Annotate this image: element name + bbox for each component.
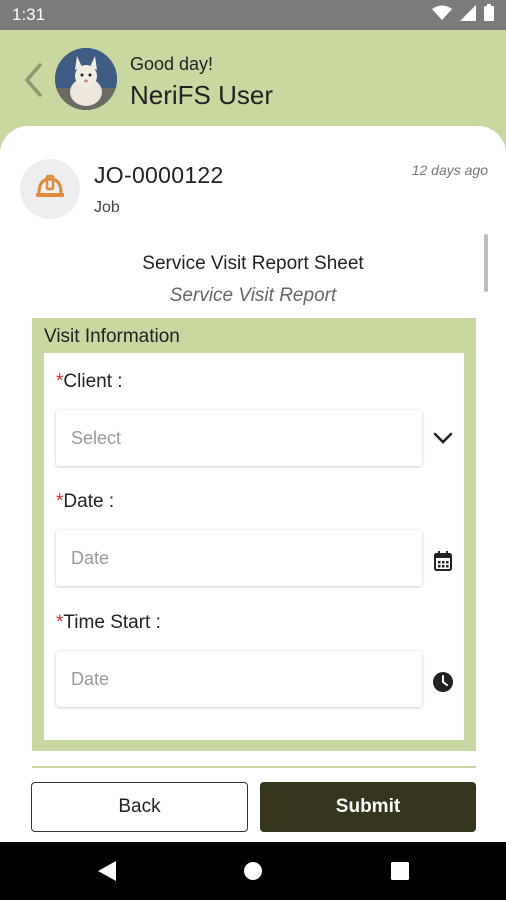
client-label-text: Client :: [63, 371, 123, 392]
back-button[interactable]: Back: [31, 782, 248, 832]
wifi-icon: [432, 5, 452, 26]
report-title: Service Visit Report Sheet: [142, 253, 364, 274]
date-label-text: Date :: [63, 491, 115, 512]
section-title: Visit Information: [44, 326, 180, 347]
section-body: *Client : Select *Date : Date *Time Star…: [44, 353, 464, 740]
submit-button[interactable]: Submit: [260, 782, 476, 832]
username: NeriFS User: [130, 80, 274, 110]
nav-back-icon[interactable]: [95, 859, 119, 883]
date-field[interactable]: Date: [56, 530, 422, 586]
visit-information-section: Visit Information *Client : Select *Date…: [32, 318, 476, 751]
client-select[interactable]: Select: [56, 410, 422, 466]
job-number: JO-0000122: [94, 162, 224, 188]
status-time: 1:31: [12, 5, 46, 24]
client-label: *Client :: [56, 371, 123, 393]
job-icon-badge: [20, 159, 80, 219]
back-chevron-icon[interactable]: [18, 60, 48, 100]
greeting-text: Good day!: [130, 54, 214, 74]
hard-hat-icon: [34, 173, 66, 206]
battery-icon: [484, 4, 494, 26]
status-bar: 1:31: [0, 0, 506, 30]
app-header: Good day! NeriFS User: [0, 30, 506, 130]
nav-home-icon[interactable]: [241, 859, 265, 883]
signal-icon: [460, 4, 476, 26]
calendar-icon[interactable]: [430, 548, 456, 574]
clock-icon[interactable]: [430, 669, 456, 695]
job-card: JO-0000122 Job 12 days ago Service Visit…: [0, 126, 506, 842]
time-start-field[interactable]: Date: [56, 651, 422, 707]
chevron-down-icon[interactable]: [430, 425, 456, 451]
time-start-label-text: Time Start :: [63, 612, 161, 633]
action-bar: Back Submit: [0, 768, 506, 842]
job-timestamp: 12 days ago: [411, 162, 488, 178]
navigation-bar: [0, 842, 506, 900]
nav-recents-icon[interactable]: [388, 859, 412, 883]
time-start-label: *Time Start :: [56, 612, 161, 634]
report-subtitle: Service Visit Report: [169, 285, 337, 306]
status-icons: [432, 4, 494, 26]
job-type: Job: [94, 199, 120, 216]
date-label: *Date :: [56, 491, 114, 513]
avatar[interactable]: [55, 48, 117, 110]
